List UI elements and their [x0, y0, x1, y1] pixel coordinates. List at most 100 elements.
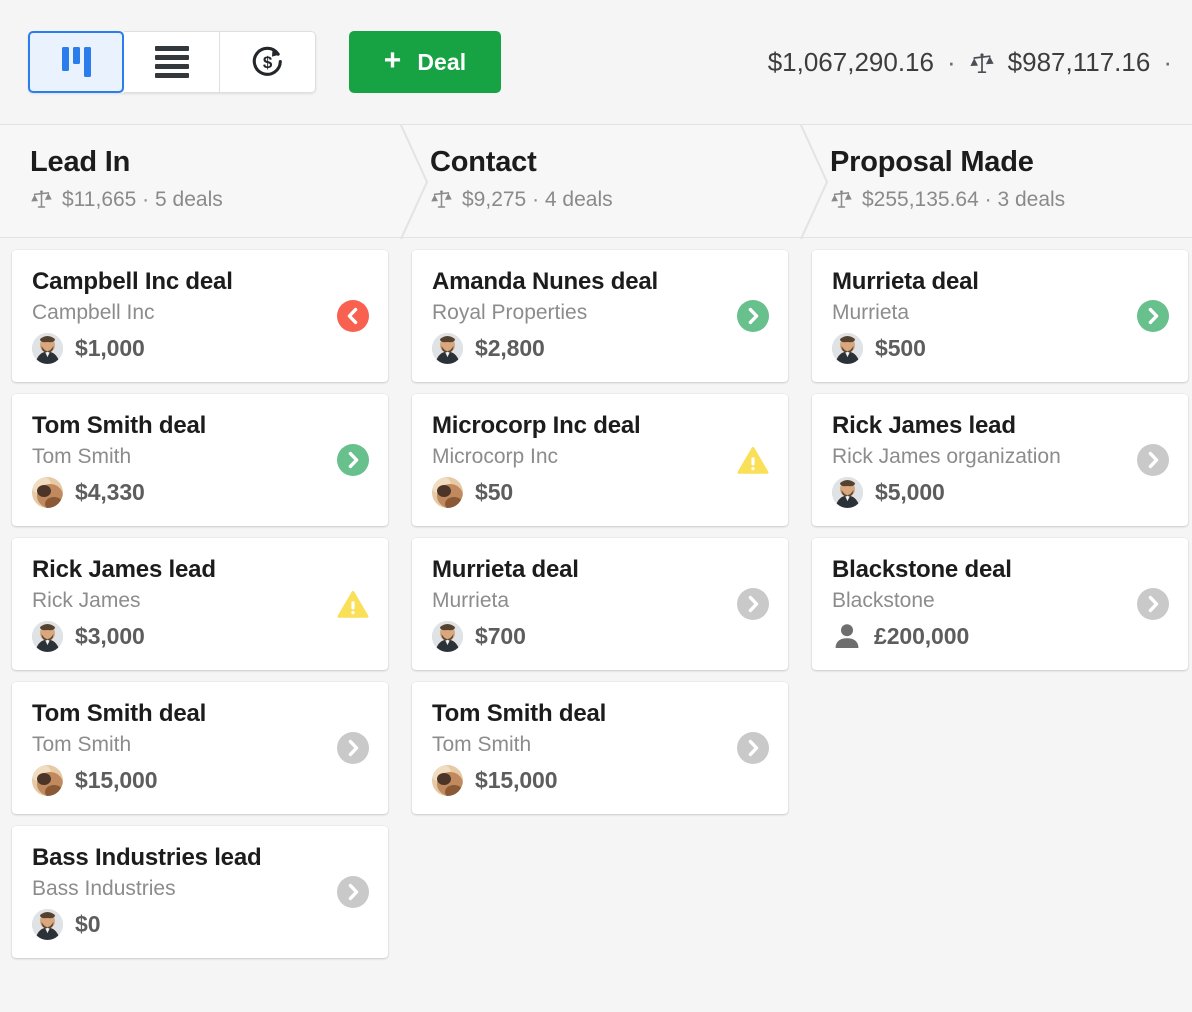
view-switcher: $ [28, 31, 316, 93]
deal-value-row: $2,800 [432, 333, 768, 364]
add-deal-button[interactable]: + Deal [349, 31, 501, 93]
deal-title: Murrieta deal [832, 268, 979, 295]
deal-title: Tom Smith deal [32, 700, 207, 727]
svg-text:$: $ [262, 53, 272, 72]
stage-summary: $11,665 · 5 deals [30, 188, 400, 212]
deal-value: $50 [475, 479, 514, 505]
deal-title: Tom Smith deal [32, 412, 207, 439]
avatar [432, 333, 463, 364]
deal-organization: Murrieta [432, 589, 510, 612]
warning-icon[interactable] [737, 444, 769, 476]
deal-organization: Rick James organization [832, 445, 1061, 468]
chevron-left-icon[interactable] [337, 300, 369, 332]
stage-summary-text: $9,275 · 4 deals [462, 188, 613, 211]
deal-card[interactable]: Murrieta deal Murrieta $700 [412, 538, 788, 670]
chevron-right-icon[interactable] [337, 732, 369, 764]
list-icon [154, 46, 189, 78]
deal-title: Microcorp Inc deal [432, 412, 641, 439]
deal-value-row: $50 [432, 477, 768, 508]
deal-card[interactable]: Murrieta deal Murrieta $500 [812, 250, 1188, 382]
view-button-forecast[interactable]: $ [220, 31, 316, 93]
stage-summary: $255,135.64 · 3 deals [830, 188, 1192, 212]
scale-icon [830, 190, 853, 210]
scale-icon [30, 190, 53, 210]
stage-summary-text: $11,665 · 5 deals [62, 188, 223, 211]
totals-trailing-separator: · [1163, 46, 1172, 77]
deal-card[interactable]: Tom Smith deal Tom Smith $4,330 [12, 394, 388, 526]
avatar [32, 909, 63, 940]
avatar [32, 621, 63, 652]
warning-icon[interactable] [337, 588, 369, 620]
deal-value: $500 [875, 335, 926, 361]
add-deal-label: Deal [417, 48, 467, 75]
chevron-right-icon[interactable] [737, 588, 769, 620]
deal-title: Murrieta deal [432, 556, 579, 583]
forecast-icon: $ [251, 45, 285, 79]
scale-icon [430, 190, 453, 210]
pipeline-totals: $1,067,290.16 · $987,117.16 · [768, 47, 1176, 78]
deal-value: $0 [75, 911, 101, 937]
deal-value-row: $700 [432, 621, 768, 652]
deal-organization: Campbell Inc [32, 301, 155, 324]
avatar [32, 333, 63, 364]
deal-card[interactable]: Tom Smith deal Tom Smith $15,000 [12, 682, 388, 814]
stage-header-proposal-made[interactable]: Proposal Made $255,135.64 · 3 deals [800, 125, 1192, 239]
deal-value: $15,000 [475, 767, 558, 793]
avatar [832, 333, 863, 364]
deal-title: Bass Industries lead [32, 844, 262, 871]
pipeline-column: Campbell Inc deal Campbell Inc $1,000 Tom S… [0, 250, 400, 1012]
deal-organization: Royal Properties [432, 301, 588, 324]
deal-organization: Bass Industries [32, 877, 176, 900]
weighted-value: $987,117.16 [1007, 46, 1151, 77]
deal-value: $3,000 [75, 623, 145, 649]
stage-divider-chevron [400, 125, 429, 239]
deal-title: Rick James lead [32, 556, 216, 583]
deal-card[interactable]: Rick James lead Rick James organization $5… [812, 394, 1188, 526]
chevron-right-icon[interactable] [737, 732, 769, 764]
deal-card[interactable]: Amanda Nunes deal Royal Properties $2,800 [412, 250, 788, 382]
deal-value-row: $1,000 [32, 333, 368, 364]
deal-organization: Murrieta [832, 301, 910, 324]
stage-header-lead-in[interactable]: Lead In $11,665 · 5 deals [0, 125, 400, 237]
deal-value-row: $4,330 [32, 477, 368, 508]
deal-value: $5,000 [875, 479, 945, 505]
stage-header-row: Lead In $11,665 · 5 deals Contact $9,275… [0, 124, 1192, 239]
plus-icon: + [383, 43, 402, 77]
deal-organization: Blackstone [832, 589, 935, 612]
deal-organization: Tom Smith [32, 733, 132, 756]
person-icon [832, 621, 862, 651]
chevron-right-icon[interactable] [337, 444, 369, 476]
deal-value-row: $3,000 [32, 621, 368, 652]
stage-divider-chevron [800, 125, 829, 239]
deal-card[interactable]: Blackstone deal Blackstone £200,000 [812, 538, 1188, 670]
deal-title: Rick James lead [832, 412, 1016, 439]
chevron-right-icon[interactable] [1137, 444, 1169, 476]
deal-card[interactable]: Rick James lead Rick James $3,000 [12, 538, 388, 670]
deal-value: $1,000 [75, 335, 145, 361]
deal-value-row: $500 [832, 333, 1168, 364]
deal-organization: Tom Smith [432, 733, 532, 756]
avatar [432, 621, 463, 652]
view-button-pipeline[interactable] [28, 31, 124, 93]
avatar [432, 765, 463, 796]
deal-value: $15,000 [75, 767, 158, 793]
chevron-right-icon[interactable] [737, 300, 769, 332]
view-button-list[interactable] [124, 31, 220, 93]
stage-header-contact[interactable]: Contact $9,275 · 4 deals [400, 125, 800, 239]
deal-card[interactable]: Bass Industries lead Bass Industries $0 [12, 826, 388, 958]
chevron-right-icon[interactable] [1137, 300, 1169, 332]
deal-organization: Tom Smith [32, 445, 132, 468]
stage-name: Contact [430, 146, 537, 178]
chevron-right-icon[interactable] [337, 876, 369, 908]
deal-value: £200,000 [874, 622, 970, 649]
deal-card[interactable]: Tom Smith deal Tom Smith $15,000 [412, 682, 788, 814]
deal-value: $700 [475, 623, 526, 649]
deal-title: Blackstone deal [832, 556, 1012, 583]
pipeline-icon [61, 47, 91, 77]
stage-name: Proposal Made [830, 146, 1034, 178]
chevron-right-icon[interactable] [1137, 588, 1169, 620]
deal-card[interactable]: Campbell Inc deal Campbell Inc $1,000 [12, 250, 388, 382]
stage-summary-text: $255,135.64 · 3 deals [862, 188, 1066, 211]
deal-card[interactable]: Microcorp Inc deal Microcorp Inc $50 [412, 394, 788, 526]
avatar [32, 477, 63, 508]
